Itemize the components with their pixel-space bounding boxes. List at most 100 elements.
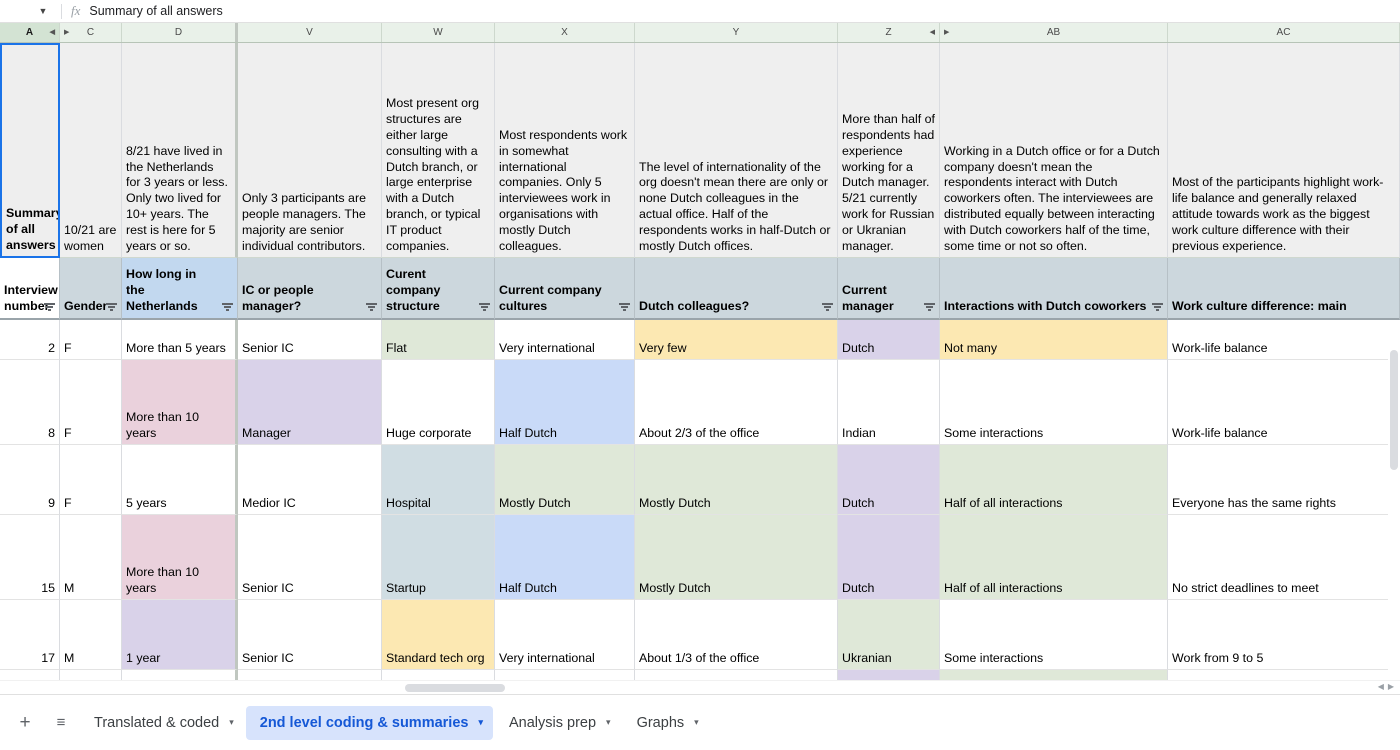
column-title-z[interactable]: Current manager: [838, 258, 940, 320]
sheet-tab-4[interactable]: Graphs ▾: [623, 706, 709, 740]
cell-d-row1[interactable]: More than 5 years: [122, 320, 238, 360]
cell-ab-row5[interactable]: Some interactions: [940, 600, 1168, 670]
filter-icon[interactable]: [619, 303, 630, 312]
formula-input[interactable]: Summary of all answers: [89, 4, 222, 18]
filter-icon[interactable]: [222, 303, 233, 312]
cell-z-row5[interactable]: Ukranian: [838, 600, 940, 670]
cell-v-row2[interactable]: Manager: [238, 360, 382, 445]
vertical-scrollbar[interactable]: [1388, 320, 1400, 694]
cell-d-row5[interactable]: 1 year: [122, 600, 238, 670]
cell-a-row3[interactable]: 9: [0, 445, 60, 515]
column-header-c[interactable]: ▶ C: [60, 23, 122, 42]
column-title-ac[interactable]: Work culture difference: main: [1168, 258, 1400, 320]
column-title-x[interactable]: Current company cultures: [495, 258, 635, 320]
cell-w-row3[interactable]: Hospital: [382, 445, 495, 515]
cell-ab-row2[interactable]: Some interactions: [940, 360, 1168, 445]
cell-y-row3[interactable]: Mostly Dutch: [635, 445, 838, 515]
sheet-tab-1[interactable]: Translated & coded ▾: [80, 706, 244, 740]
summary-cell-w[interactable]: Most present org structures are either l…: [382, 43, 495, 258]
column-title-a[interactable]: Interview number: [0, 258, 60, 320]
cell-w-row4[interactable]: Startup: [382, 515, 495, 600]
column-header-y[interactable]: Y: [635, 23, 838, 42]
column-title-w[interactable]: Curent company structure: [382, 258, 495, 320]
cell-ac-row4[interactable]: No strict deadlines to meet: [1168, 515, 1400, 600]
cell-d-row2[interactable]: More than 10 years: [122, 360, 238, 445]
expand-columns-right-icon[interactable]: ▶: [944, 29, 949, 36]
summary-cell-x[interactable]: Most respondents work in somewhat intern…: [495, 43, 635, 258]
cell-z-row3[interactable]: Dutch: [838, 445, 940, 515]
column-header-d[interactable]: D: [122, 23, 238, 42]
cell-y-row1[interactable]: Very few: [635, 320, 838, 360]
filter-icon[interactable]: [924, 303, 935, 312]
cell-a-row4[interactable]: 15: [0, 515, 60, 600]
cell-v-row1[interactable]: Senior IC: [238, 320, 382, 360]
cell-ab-row3[interactable]: Half of all interactions: [940, 445, 1168, 515]
function-icon[interactable]: fx: [71, 3, 80, 19]
summary-cell-d[interactable]: 8/21 have lived in the Netherlands for 3…: [122, 43, 238, 258]
column-header-x[interactable]: X: [495, 23, 635, 42]
column-header-a[interactable]: A ◀: [0, 23, 60, 42]
horizontal-scrollbar-thumb[interactable]: [405, 684, 505, 692]
column-header-ac[interactable]: AC: [1168, 23, 1400, 42]
summary-cell-c[interactable]: 10/21 are women: [60, 43, 122, 258]
column-title-d[interactable]: How long in the Netherlands: [122, 258, 238, 320]
scroll-left-arrow-icon[interactable]: ◀: [1378, 682, 1384, 691]
cell-x-row2[interactable]: Half Dutch: [495, 360, 635, 445]
cell-z-row4[interactable]: Dutch: [838, 515, 940, 600]
filter-icon[interactable]: [479, 303, 490, 312]
filter-icon[interactable]: [44, 303, 55, 312]
column-header-z[interactable]: Z ◀: [838, 23, 940, 42]
column-title-ab[interactable]: Interactions with Dutch coworkers: [940, 258, 1168, 320]
cell-ac-row1[interactable]: Work-life balance: [1168, 320, 1400, 360]
cell-ac-row2[interactable]: Work-life balance: [1168, 360, 1400, 445]
column-title-y[interactable]: Dutch colleagues?: [635, 258, 838, 320]
summary-cell-ab[interactable]: Working in a Dutch office or for a Dutch…: [940, 43, 1168, 258]
summary-cell-y[interactable]: The level of internationality of the org…: [635, 43, 838, 258]
column-title-c[interactable]: Gender: [60, 258, 122, 320]
horizontal-scrollbar[interactable]: ◀ ▶: [0, 680, 1400, 694]
cell-x-row1[interactable]: Very international: [495, 320, 635, 360]
filter-icon[interactable]: [106, 303, 117, 312]
summary-cell-z[interactable]: More than half of respondents had experi…: [838, 43, 940, 258]
cell-x-row5[interactable]: Very international: [495, 600, 635, 670]
name-box-dropdown-icon[interactable]: ▼: [34, 6, 52, 16]
chevron-down-icon[interactable]: ▾: [694, 717, 699, 728]
cell-z-row2[interactable]: Indian: [838, 360, 940, 445]
cell-v-row5[interactable]: Senior IC: [238, 600, 382, 670]
cell-ac-row5[interactable]: Work from 9 to 5: [1168, 600, 1400, 670]
cell-ab-row1[interactable]: Not many: [940, 320, 1168, 360]
cell-a-row2[interactable]: 8: [0, 360, 60, 445]
column-title-v[interactable]: IC or people manager?: [238, 258, 382, 320]
cell-x-row3[interactable]: Mostly Dutch: [495, 445, 635, 515]
summary-cell-a[interactable]: Summary of all answers: [0, 43, 60, 258]
cell-c-row4[interactable]: M: [60, 515, 122, 600]
expand-columns-right-icon[interactable]: ▶: [64, 29, 69, 36]
cell-c-row2[interactable]: F: [60, 360, 122, 445]
column-header-ab[interactable]: ▶ AB: [940, 23, 1168, 42]
column-header-w[interactable]: W: [382, 23, 495, 42]
expand-columns-left-icon[interactable]: ◀: [930, 29, 935, 36]
cell-y-row5[interactable]: About 1/3 of the office: [635, 600, 838, 670]
scroll-right-arrow-icon[interactable]: ▶: [1388, 682, 1394, 691]
expand-columns-left-icon[interactable]: ◀: [50, 29, 55, 36]
add-sheet-button[interactable]: +: [8, 706, 42, 740]
filter-icon[interactable]: [1152, 303, 1163, 312]
cell-v-row4[interactable]: Senior IC: [238, 515, 382, 600]
cell-d-row3[interactable]: 5 years: [122, 445, 238, 515]
cell-ab-row4[interactable]: Half of all interactions: [940, 515, 1168, 600]
column-header-v[interactable]: V: [238, 23, 382, 42]
cell-a-row5[interactable]: 17: [0, 600, 60, 670]
cell-ac-row3[interactable]: Everyone has the same rights: [1168, 445, 1400, 515]
summary-cell-v[interactable]: Only 3 participants are people managers.…: [238, 43, 382, 258]
cell-y-row4[interactable]: Mostly Dutch: [635, 515, 838, 600]
cell-w-row1[interactable]: Flat: [382, 320, 495, 360]
cell-x-row4[interactable]: Half Dutch: [495, 515, 635, 600]
cell-c-row1[interactable]: F: [60, 320, 122, 360]
vertical-scrollbar-thumb[interactable]: [1390, 350, 1398, 470]
cell-w-row2[interactable]: Huge corporate: [382, 360, 495, 445]
sheet-tab-3[interactable]: Analysis prep ▾: [495, 706, 621, 740]
chevron-down-icon[interactable]: ▾: [229, 717, 234, 728]
cell-v-row3[interactable]: Medior IC: [238, 445, 382, 515]
cell-z-row1[interactable]: Dutch: [838, 320, 940, 360]
filter-icon[interactable]: [366, 303, 377, 312]
